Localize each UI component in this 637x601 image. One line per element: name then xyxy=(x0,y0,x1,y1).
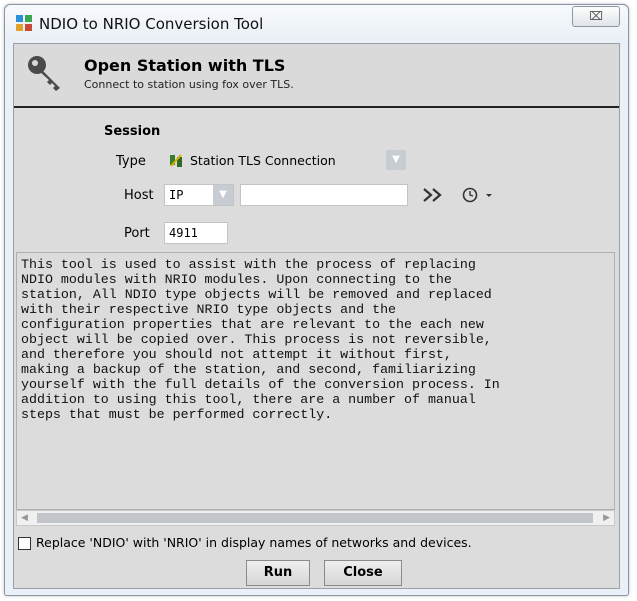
dialog-subtitle: Connect to station using fox over TLS. xyxy=(84,78,294,91)
description-text: This tool is used to assist with the pro… xyxy=(16,252,615,510)
scroll-right-icon[interactable]: ▶ xyxy=(603,511,610,525)
window-close-button[interactable]: ⌧ xyxy=(572,6,620,27)
run-button[interactable]: Run xyxy=(246,560,310,586)
horizontal-scrollbar[interactable]: ◀ ▶ xyxy=(16,510,615,526)
chevron-down-icon[interactable]: ▼ xyxy=(386,150,406,170)
host-label: Host xyxy=(124,188,154,203)
title-bar: NDIO to NRIO Conversion Tool ⌧ xyxy=(5,5,628,43)
chevron-down-icon[interactable]: ▼ xyxy=(213,185,233,205)
session-heading: Session xyxy=(104,124,161,139)
type-select[interactable]: Station TLS Connection ▼ xyxy=(164,150,406,172)
close-button[interactable]: Close xyxy=(324,560,402,586)
type-select-value: Station TLS Connection xyxy=(190,153,336,168)
host-mode-select[interactable]: IP ▼ xyxy=(164,184,234,206)
history-icon[interactable] xyxy=(462,186,494,204)
conversion-tool-window: NDIO to NRIO Conversion Tool ⌧ Open Stat… xyxy=(4,4,629,596)
key-icon xyxy=(28,56,60,91)
port-label: Port xyxy=(124,226,150,241)
dialog-title: Open Station with TLS xyxy=(84,56,286,75)
dialog-header: Open Station with TLS Connect to station… xyxy=(14,44,619,108)
port-input[interactable]: 4911 xyxy=(164,222,228,244)
scroll-left-icon[interactable]: ◀ xyxy=(21,511,28,525)
host-mode-value: IP xyxy=(169,188,184,202)
station-connection-icon xyxy=(170,154,182,167)
type-label: Type xyxy=(116,154,146,169)
close-icon: ⌧ xyxy=(589,9,603,23)
double-chevron-right-icon[interactable] xyxy=(422,187,444,203)
scrollbar-thumb[interactable] xyxy=(37,513,593,523)
dialog-content: Open Station with TLS Connect to station… xyxy=(13,43,620,589)
window-title: NDIO to NRIO Conversion Tool xyxy=(39,15,264,33)
host-input[interactable] xyxy=(240,184,408,206)
app-icon xyxy=(16,15,32,31)
replace-names-label[interactable]: Replace 'NDIO' with 'NRIO' in display na… xyxy=(36,535,472,550)
replace-names-checkbox[interactable] xyxy=(18,537,31,550)
